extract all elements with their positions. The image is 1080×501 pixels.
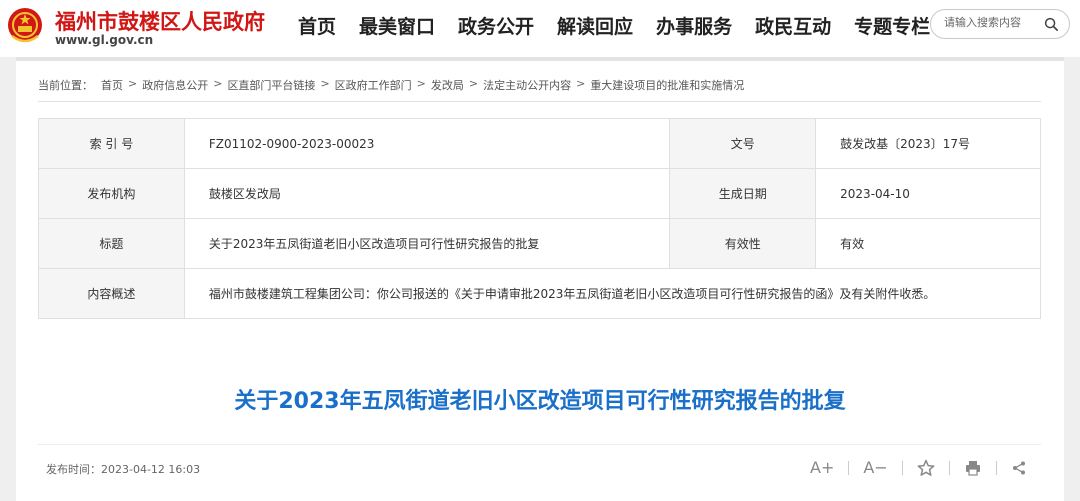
chevron-right-icon: > xyxy=(576,77,586,90)
print-button[interactable] xyxy=(964,459,982,477)
nav-item-best-window[interactable]: 最美窗口 xyxy=(359,12,435,39)
table-row: 内容概述 福州市鼓楼建筑工程集团公司：你公司报送的《关于申请审批2023年五凤街… xyxy=(38,268,1042,319)
breadcrumb-item-home[interactable]: 首页 xyxy=(101,77,123,93)
index-label: 索 引 号 xyxy=(38,118,185,169)
article-title: 关于2023年五凤街道老旧小区改造项目可行性研究报告的批复 xyxy=(234,389,846,414)
chevron-right-icon: > xyxy=(213,77,223,90)
tool-divider xyxy=(901,460,903,475)
favorite-button[interactable] xyxy=(917,459,935,477)
star-icon xyxy=(917,459,935,476)
breadcrumb-item-drc[interactable]: 发改局 xyxy=(431,77,464,93)
breadcrumb-item-major-projects[interactable]: 重大建设项目的批准和实施情况 xyxy=(590,77,744,93)
font-increase-button[interactable]: A+ xyxy=(810,458,834,477)
validity-label: 有效性 xyxy=(669,218,817,269)
nav-item-topics[interactable]: 专题专栏 xyxy=(854,12,930,39)
breadcrumb-item-statutory-content[interactable]: 法定主动公开内容 xyxy=(483,77,571,93)
breadcrumb-item-dept-links[interactable]: 区直部门平台链接 xyxy=(227,77,315,93)
title-label: 标题 xyxy=(38,218,185,269)
tool-divider xyxy=(995,460,997,475)
nav-item-interpretation[interactable]: 解读回应 xyxy=(557,12,633,39)
search-box xyxy=(930,9,1070,39)
publisher-label: 发布机构 xyxy=(38,168,185,219)
nav-item-interaction[interactable]: 政民互动 xyxy=(755,12,831,39)
site-header: 福州市鼓楼区人民政府 www.gl.gov.cn 首页 最美窗口 政务公开 解读… xyxy=(0,0,1080,57)
breadcrumb: 当前位置： 首页 > 政府信息公开 > 区直部门平台链接 > 区政府工作部门 >… xyxy=(38,77,744,93)
nav-item-services[interactable]: 办事服务 xyxy=(656,12,732,39)
header-divider xyxy=(0,57,1080,61)
table-row: 标题 关于2023年五凤街道老旧小区改造项目可行性研究报告的批复 有效性 有效 xyxy=(38,218,1041,269)
nav-item-home[interactable]: 首页 xyxy=(298,12,336,39)
chevron-right-icon: > xyxy=(320,77,330,90)
index-value: FZ01102-0900-2023-00023 xyxy=(183,118,671,169)
summary-value: 福州市鼓楼建筑工程集团公司：你公司报送的《关于申请审批2023年五凤街道老旧小区… xyxy=(183,268,1042,319)
table-row: 发布机构 鼓楼区发改局 生成日期 2023-04-10 xyxy=(38,168,1041,219)
date-value: 2023-04-10 xyxy=(815,168,1041,219)
nav-item-gov-affairs[interactable]: 政务公开 xyxy=(458,12,534,39)
breadcrumb-divider xyxy=(38,101,1041,102)
tool-divider xyxy=(948,460,950,475)
date-label: 生成日期 xyxy=(669,168,817,219)
breadcrumb-item-info-disclosure[interactable]: 政府信息公开 xyxy=(142,77,208,93)
page-gutter-right xyxy=(1064,57,1080,501)
meta-divider xyxy=(38,444,1041,445)
publisher-value: 鼓楼区发改局 xyxy=(183,168,671,219)
main-nav: 首页 最美窗口 政务公开 解读回应 办事服务 政民互动 专题专栏 xyxy=(298,12,953,39)
table-row: 索 引 号 FZ01102-0900-2023-00023 文号 鼓发改基〔20… xyxy=(38,118,1041,169)
share-icon xyxy=(1012,461,1025,474)
national-emblem-icon[interactable] xyxy=(6,6,44,46)
breadcrumb-label: 当前位置： xyxy=(38,79,93,92)
search-input[interactable] xyxy=(944,16,1040,29)
title-value: 关于2023年五凤街道老旧小区改造项目可行性研究报告的批复 xyxy=(183,218,671,269)
summary-label: 内容概述 xyxy=(38,268,185,319)
chevron-right-icon: > xyxy=(416,77,426,90)
chevron-right-icon: > xyxy=(468,77,479,90)
share-button[interactable] xyxy=(1011,460,1027,476)
doc-number-value: 鼓发改基〔2023〕17号 xyxy=(815,118,1041,169)
doc-number-label: 文号 xyxy=(669,118,817,169)
page-gutter-left xyxy=(0,57,16,501)
font-decrease-button[interactable]: A− xyxy=(863,458,887,477)
validity-value: 有效 xyxy=(815,218,1041,269)
site-url: www.gl.gov.cn xyxy=(55,33,154,47)
breadcrumb-item-gov-depts[interactable]: 区政府工作部门 xyxy=(335,77,412,93)
search-icon[interactable] xyxy=(1044,17,1059,32)
document-info-table: 索 引 号 FZ01102-0900-2023-00023 文号 鼓发改基〔20… xyxy=(38,118,1042,319)
site-name[interactable]: 福州市鼓楼区人民政府 xyxy=(55,6,265,36)
printer-icon xyxy=(965,460,980,476)
publish-time: 发布时间：2023-04-12 16:03 xyxy=(46,463,201,476)
tool-divider xyxy=(848,460,850,475)
article-tools: A+ A− xyxy=(810,458,1027,477)
chevron-right-icon: > xyxy=(128,77,138,90)
